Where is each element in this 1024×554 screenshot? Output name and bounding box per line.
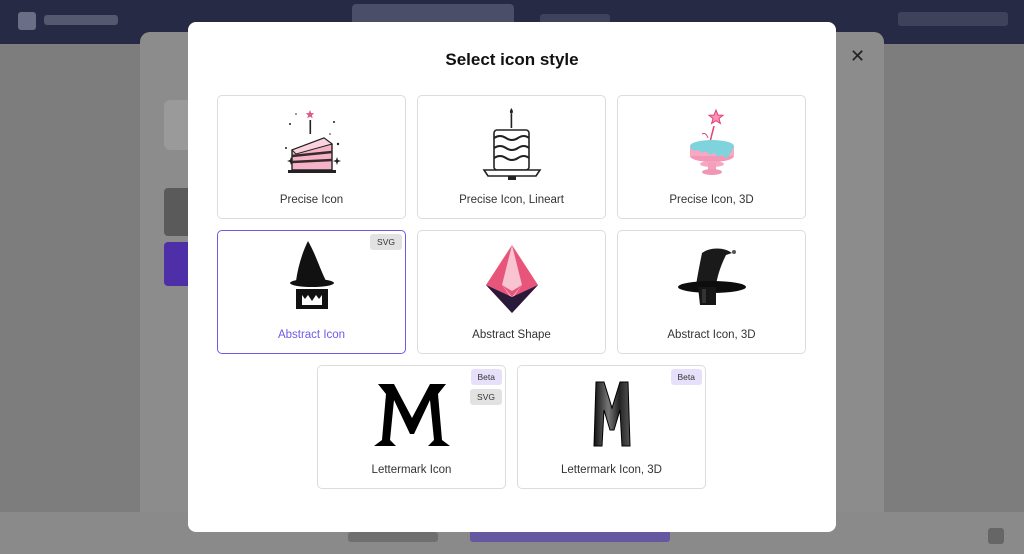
letter-m-icon xyxy=(373,384,450,446)
background-footer-icon xyxy=(988,528,1004,544)
style-card-label: Lettermark Icon, 3D xyxy=(561,464,662,476)
letter-m-3d-icon xyxy=(592,381,631,447)
app-user-menu xyxy=(898,12,1008,26)
cake-3d-icon xyxy=(689,108,734,175)
background-close-icon: ✕ xyxy=(850,46,866,67)
witch-hat-3d-icon xyxy=(677,248,746,305)
style-card-label: Abstract Icon xyxy=(277,329,346,341)
style-card-label: Precise Icon, 3D xyxy=(669,194,754,206)
style-card-precise-icon-3d[interactable]: Precise Icon, 3D xyxy=(617,95,806,219)
background-footer-text xyxy=(348,532,438,542)
style-card-label: Precise Icon, Lineart xyxy=(459,194,564,206)
style-card-precise-icon[interactable]: Precise Icon xyxy=(217,95,406,219)
app-logo-text xyxy=(44,15,118,25)
svg-badge: SVG xyxy=(370,234,402,250)
style-card-label: Abstract Icon, 3D xyxy=(667,329,756,341)
diamond-shape-icon xyxy=(485,245,538,313)
style-card-label: Abstract Shape xyxy=(472,329,551,341)
beta-badge: Beta xyxy=(470,369,502,385)
beta-badge: Beta xyxy=(670,369,702,385)
style-card-abstract-icon-3d[interactable]: Abstract Icon, 3D xyxy=(617,230,806,354)
style-card-label: Precise Icon xyxy=(279,194,344,206)
witch-hat-icon xyxy=(289,241,334,309)
style-card-abstract-shape[interactable]: Abstract Shape xyxy=(417,230,606,354)
style-card-label: Lettermark Icon xyxy=(371,464,452,476)
style-card-precise-icon-lineart[interactable]: Precise Icon, Lineart xyxy=(417,95,606,219)
modal-title: Select icon style xyxy=(445,50,579,69)
style-card-abstract-icon[interactable]: SVG Abstract Icon xyxy=(217,230,406,354)
cake-icon xyxy=(284,110,341,173)
svg-badge: SVG xyxy=(470,389,502,405)
app-logo xyxy=(18,12,36,30)
icon-style-modal: Select icon style Precise Icon Precise I… xyxy=(188,22,836,532)
style-card-lettermark-icon-3d[interactable]: Beta Lettermark Icon, 3D xyxy=(517,365,706,489)
style-card-lettermark-icon[interactable]: Beta SVG Lettermark Icon xyxy=(317,365,506,489)
cake-lineart-icon xyxy=(482,108,541,180)
